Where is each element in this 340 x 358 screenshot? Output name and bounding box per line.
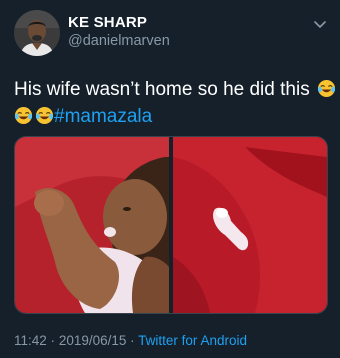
tweet-text-line-2: #mamazala bbox=[14, 103, 330, 130]
meta-separator: · bbox=[50, 333, 56, 348]
hashtag-link[interactable]: #mamazala bbox=[54, 106, 152, 127]
media-photo-right[interactable] bbox=[173, 137, 327, 313]
media-photo-left[interactable] bbox=[15, 137, 169, 313]
chevron-down-icon[interactable] bbox=[312, 16, 328, 32]
tweet-date[interactable]: 2019/06/15 bbox=[59, 333, 127, 348]
avatar[interactable] bbox=[14, 10, 60, 56]
author-display-name[interactable]: KE SHARP bbox=[68, 14, 147, 31]
tweet-text-line-1: His wife wasn’t home so he did this bbox=[14, 76, 336, 103]
laughing-emoji-icon bbox=[35, 106, 54, 125]
avatar-photo bbox=[14, 10, 60, 56]
tweet-card: KE SHARP @danielmarven His wife wasn’t h… bbox=[0, 0, 340, 358]
tweet-media[interactable] bbox=[14, 136, 328, 314]
tweet-text: His wife wasn’t home so he did this #mam… bbox=[14, 76, 336, 130]
meta-separator: · bbox=[130, 333, 135, 348]
tweet-time[interactable]: 11:42 bbox=[14, 333, 47, 348]
tweet-text-body: His wife wasn’t home so he did this bbox=[14, 79, 310, 100]
author-handle[interactable]: @danielmarven bbox=[68, 33, 170, 49]
laughing-emoji-icon bbox=[14, 106, 33, 125]
laughing-emoji-icon bbox=[317, 79, 336, 98]
tweet-source-link[interactable]: Twitter for Android bbox=[138, 333, 247, 348]
tweet-meta: 11:42 · 2019/06/15 · Twitter for Android bbox=[14, 333, 247, 348]
